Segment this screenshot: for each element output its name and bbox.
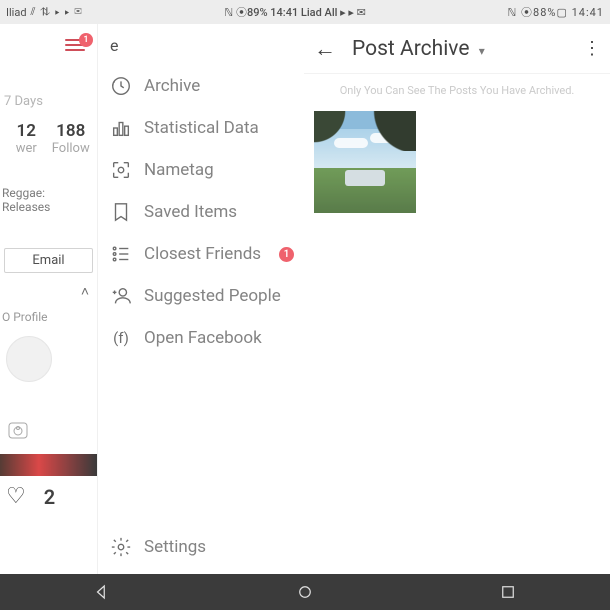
menu-item-label: Nametag: [144, 160, 214, 180]
menu-item-settings[interactable]: Settings: [104, 526, 304, 568]
menu-item-label: Suggested People: [144, 286, 281, 306]
stat-following[interactable]: 188 Follow: [49, 121, 94, 156]
bio-text: Reggae: Releases: [0, 168, 97, 232]
menu-item-label: Statistical Data: [144, 118, 259, 138]
days-label: 7 Days: [0, 66, 97, 121]
archive-subtitle: Only You Can See The Posts You Have Arch…: [304, 74, 610, 111]
nametag-icon: [110, 159, 132, 181]
email-button[interactable]: Email: [4, 248, 93, 273]
menu-item-facebook[interactable]: (f) Open Facebook: [104, 317, 298, 359]
list-icon: [110, 243, 132, 265]
menu-button[interactable]: 1: [65, 39, 85, 51]
menu-item-label: Archive: [144, 76, 200, 96]
nav-home-icon[interactable]: [295, 582, 315, 602]
archive-column: ← Post Archive ▾ ⋮ Only You Can See The …: [304, 24, 610, 574]
menu-item-archive[interactable]: Archive: [104, 65, 298, 107]
post-thumbnail[interactable]: [0, 454, 97, 476]
chevron-down-icon: ▾: [479, 44, 485, 58]
signal-icons: ⫽ ⇅ ▸ ▸ ✉: [31, 5, 83, 19]
status-right-icons: ℕ ⦿88%▢ 14:41: [508, 4, 604, 20]
status-center: ℕ ⦿89% 14:41 Liad All ▸ ▸ ✉: [83, 4, 508, 20]
tagged-tab-icon[interactable]: [0, 412, 97, 452]
menu-item-label: Closest Friends: [144, 244, 261, 264]
menu-badge: 1: [79, 33, 93, 47]
bookmark-icon: [110, 201, 132, 223]
menu-item-suggested[interactable]: Suggested People: [104, 275, 298, 317]
facebook-icon: (f): [110, 327, 132, 349]
chart-icon: [110, 117, 132, 139]
menu-item-saved[interactable]: Saved Items: [104, 191, 298, 233]
menu-item-nametag[interactable]: Nametag: [104, 149, 298, 191]
avatar[interactable]: [6, 336, 52, 382]
menu-item-label: Saved Items: [144, 202, 237, 222]
stat-followers[interactable]: 12 wer: [4, 121, 49, 156]
archive-icon: [110, 75, 132, 97]
android-nav-bar: [0, 574, 610, 610]
more-menu-icon[interactable]: ⋮: [583, 38, 600, 59]
menu-item-label: Settings: [144, 537, 206, 557]
profile-label: O Profile: [0, 304, 97, 330]
nav-recent-icon[interactable]: [498, 582, 518, 602]
username-handle: e: [104, 32, 298, 65]
heart-icon[interactable]: ♡: [6, 484, 26, 509]
collapse-chevron-icon[interactable]: ˄: [0, 279, 97, 304]
back-arrow-icon[interactable]: ←: [314, 36, 336, 62]
menu-item-stats[interactable]: Statistical Data: [104, 107, 298, 149]
menu-item-label: Open Facebook: [144, 328, 262, 348]
profile-column: 1 7 Days 12 wer 188 Follow Reggae: Relea…: [0, 24, 98, 574]
page-title[interactable]: Post Archive ▾: [352, 37, 567, 61]
add-person-icon: [110, 285, 132, 307]
close-friends-badge: 1: [279, 247, 294, 262]
gear-icon: [110, 536, 132, 558]
menu-column: e Archive Statistical Data Nametag Saved…: [98, 24, 304, 574]
menu-item-close-friends[interactable]: Closest Friends 1: [104, 233, 298, 275]
status-bar: Iliad ⫽ ⇅ ▸ ▸ ✉ ℕ ⦿89% 14:41 Liad All ▸ …: [0, 0, 610, 24]
nav-back-icon[interactable]: [92, 582, 112, 602]
like-count: 2: [44, 485, 55, 509]
archived-post-thumbnail[interactable]: [314, 111, 416, 213]
carrier-label: Iliad: [6, 6, 27, 19]
